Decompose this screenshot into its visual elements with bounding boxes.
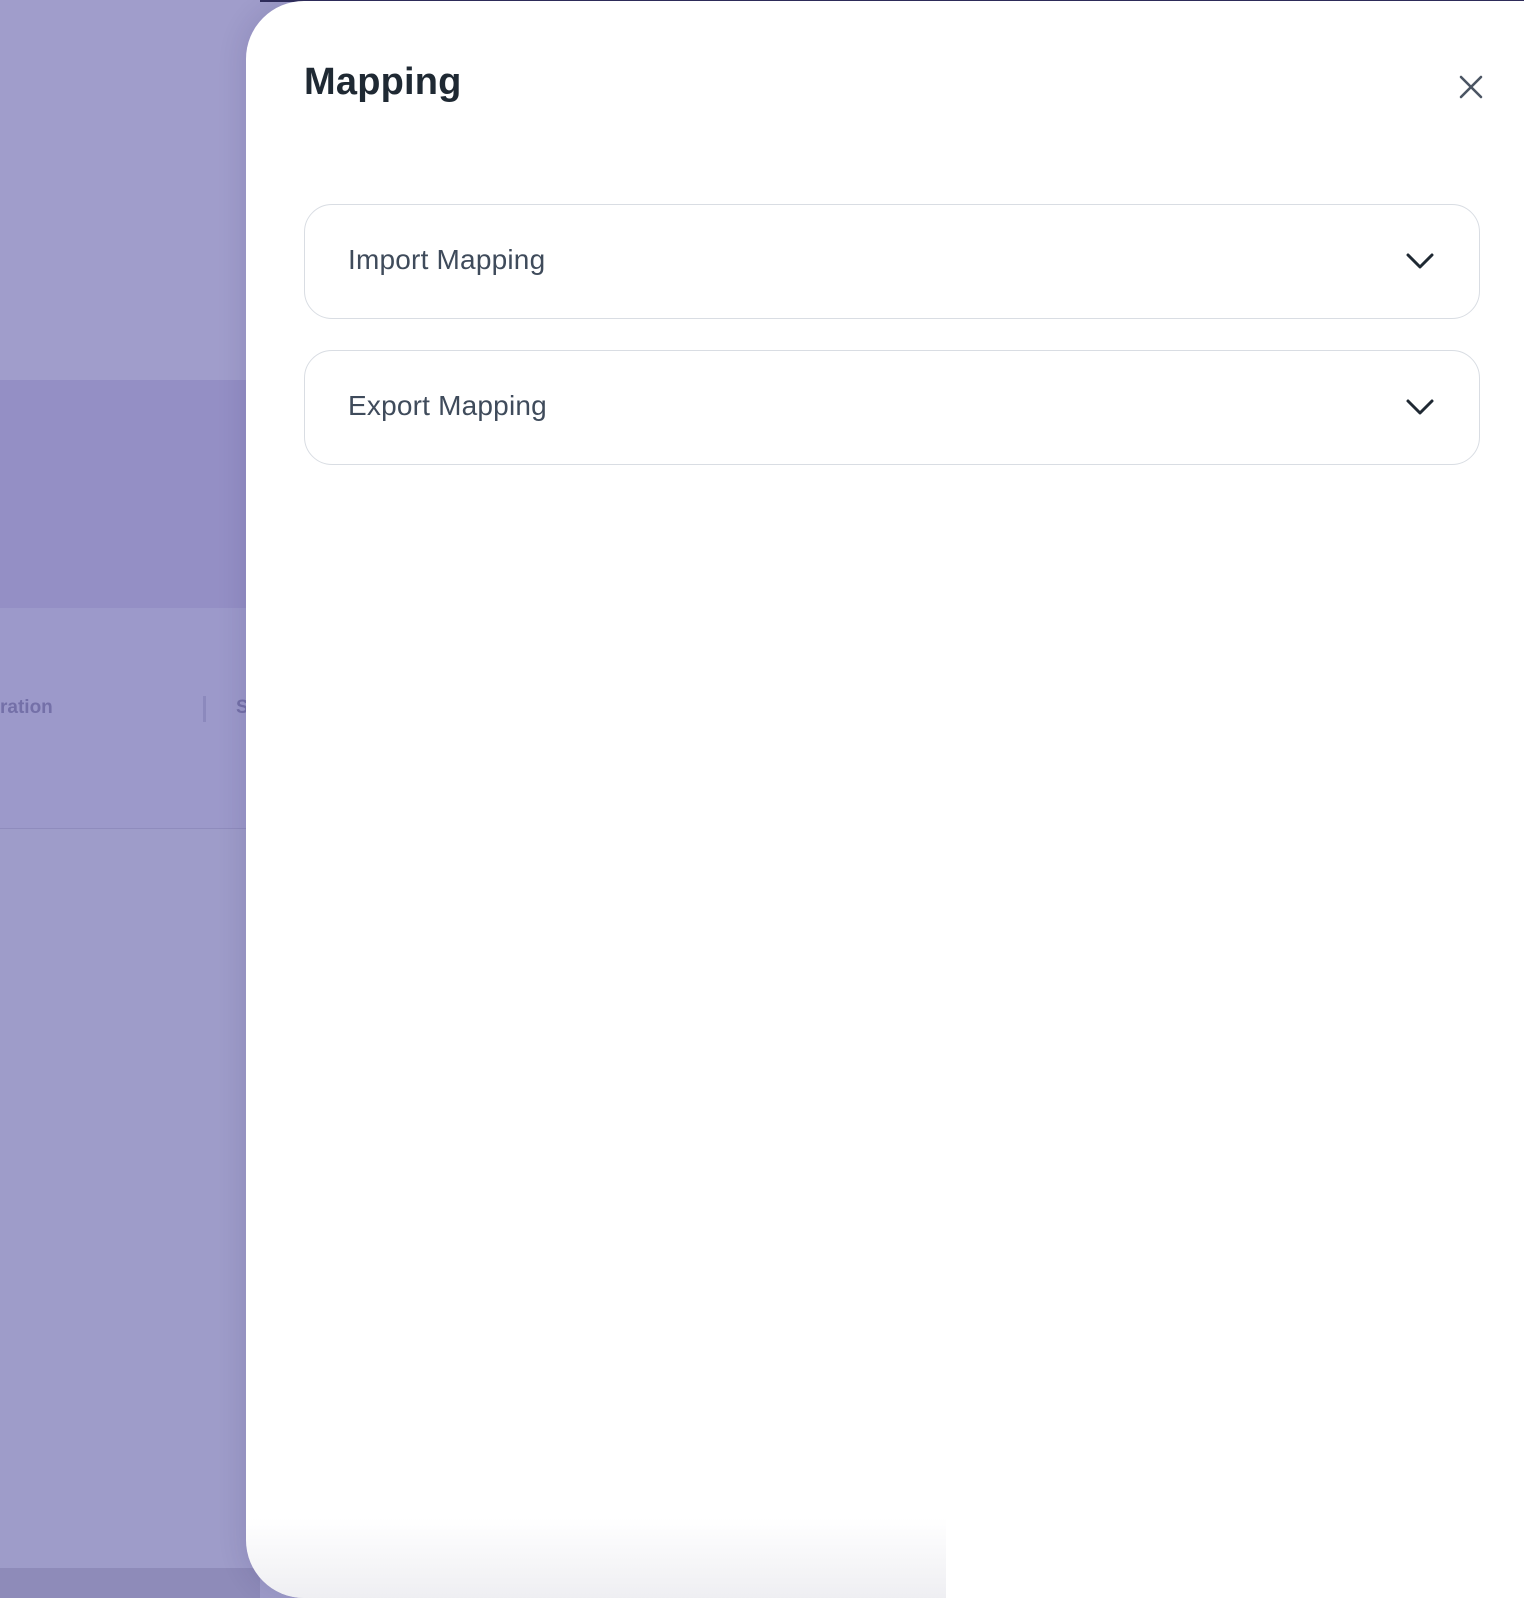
close-icon <box>1453 69 1489 105</box>
close-button[interactable] <box>1453 69 1489 105</box>
background-row-divider <box>0 828 260 829</box>
background-footer <box>0 1568 260 1598</box>
chevron-down-icon <box>1405 249 1435 273</box>
background-header-region <box>0 0 260 380</box>
chevron-down-icon <box>1405 395 1435 419</box>
page: ration S Mapping Import Mapping Export M… <box>0 0 1524 1598</box>
export-mapping-label: Export Mapping <box>348 390 547 421</box>
drawer-bottom-shadow <box>246 1518 946 1598</box>
import-mapping-accordion[interactable]: Import Mapping <box>304 204 1480 319</box>
mapping-drawer: Mapping Import Mapping Export Mapping <box>246 1 1524 1598</box>
import-mapping-label: Import Mapping <box>348 244 546 275</box>
export-mapping-accordion[interactable]: Export Mapping <box>304 350 1480 465</box>
background-banner-region <box>0 380 260 608</box>
background-column-header: ration <box>0 697 53 718</box>
background-column-separator <box>203 696 206 722</box>
drawer-title: Mapping <box>304 61 462 103</box>
